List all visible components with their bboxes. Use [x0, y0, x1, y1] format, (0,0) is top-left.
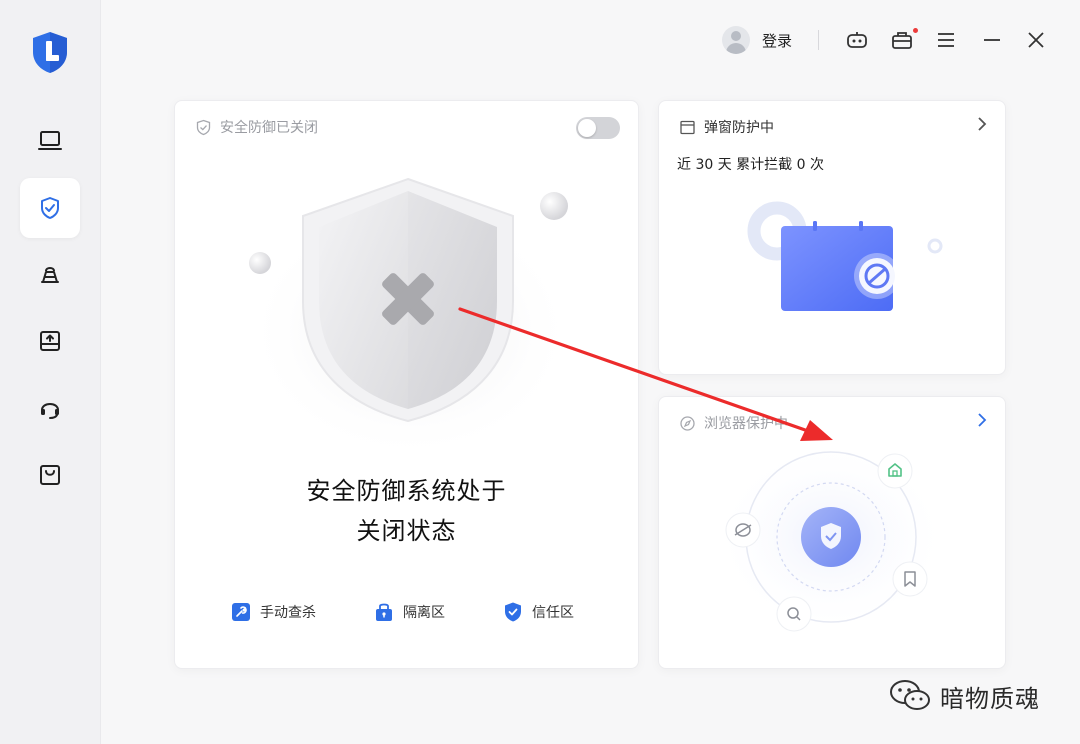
annotation-arrow: [458, 307, 833, 441]
wechat-icon: [890, 680, 930, 710]
watermark-text: 暗物质魂: [940, 684, 1040, 713]
watermark: 暗物质魂: [888, 678, 1040, 714]
